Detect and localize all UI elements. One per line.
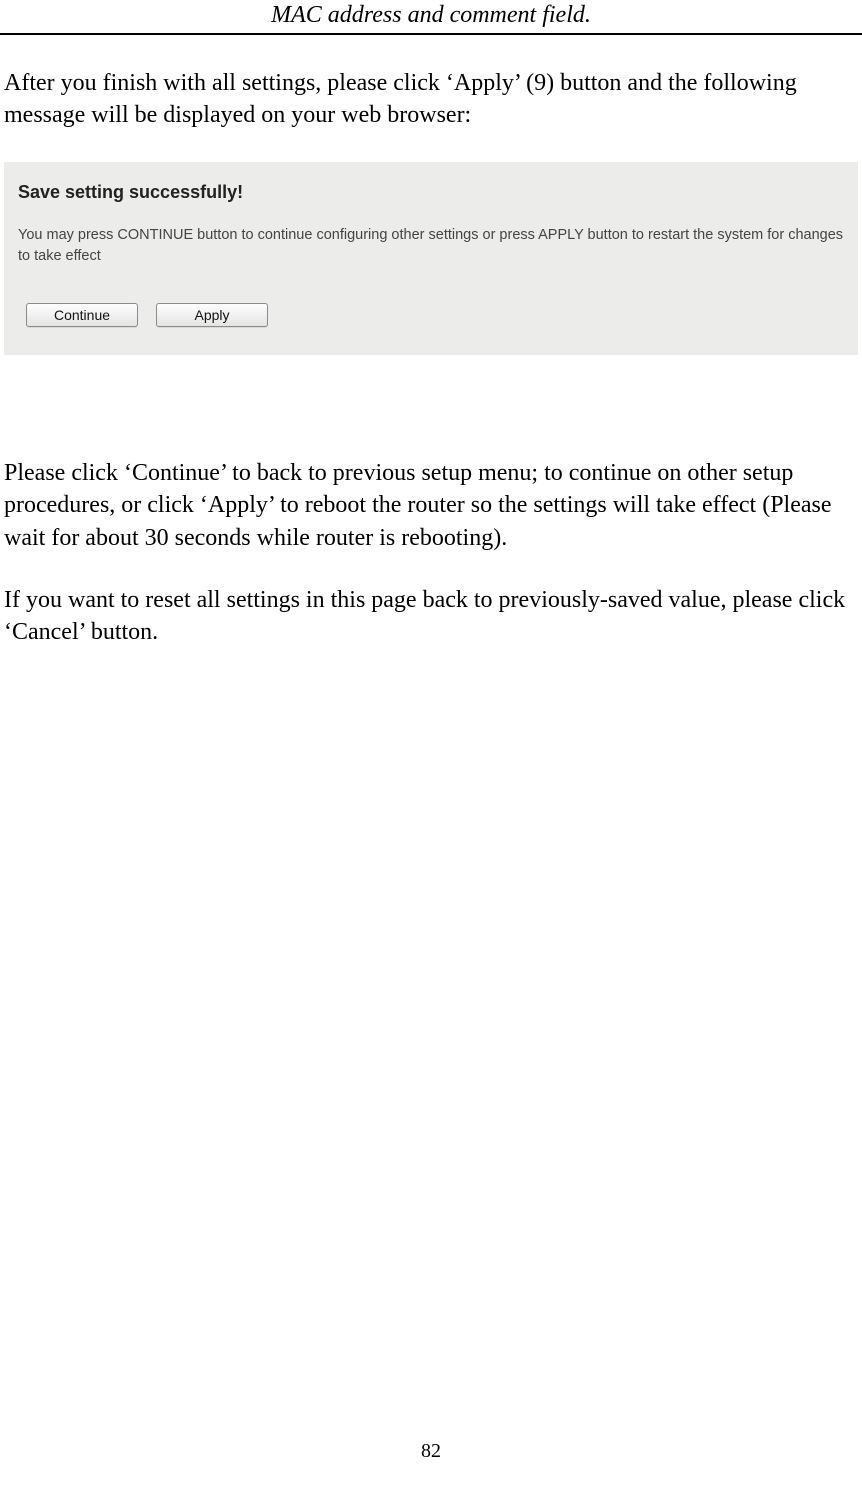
header-title: MAC address and comment field. bbox=[271, 2, 591, 28]
continue-button[interactable]: Continue bbox=[26, 303, 138, 327]
button-row: Continue Apply bbox=[18, 303, 844, 327]
screenshot-description: You may press CONTINUE button to continu… bbox=[18, 225, 844, 267]
paragraph-intro: After you finish with all settings, plea… bbox=[4, 67, 856, 132]
paragraph-cancel: If you want to reset all settings in thi… bbox=[4, 584, 856, 649]
spacer bbox=[0, 355, 862, 425]
body-content-lower: Please click ‘Continue’ to back to previ… bbox=[0, 457, 862, 649]
page-number: 82 bbox=[0, 1440, 862, 1463]
body-content: After you finish with all settings, plea… bbox=[0, 67, 862, 132]
screenshot-panel: Save setting successfully! You may press… bbox=[4, 162, 858, 355]
apply-button[interactable]: Apply bbox=[156, 303, 268, 327]
paragraph-continue: Please click ‘Continue’ to back to previ… bbox=[4, 457, 856, 554]
screenshot-title: Save setting successfully! bbox=[18, 182, 844, 203]
page-header: MAC address and comment field. bbox=[0, 0, 862, 35]
